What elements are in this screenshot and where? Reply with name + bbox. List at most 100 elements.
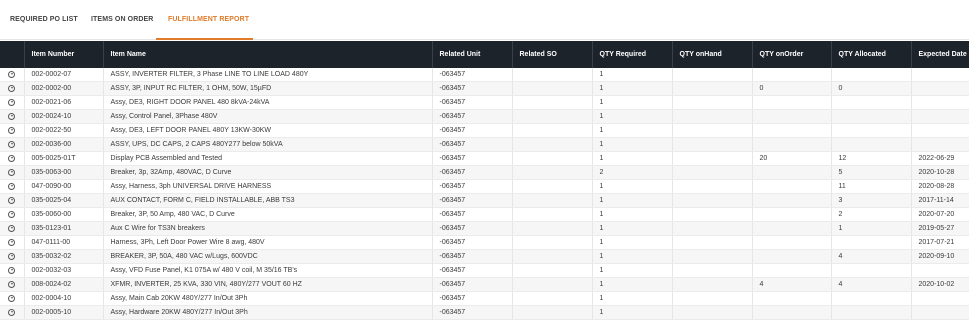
expand-row-icon[interactable] — [8, 70, 16, 78]
table-row[interactable]: 047-0111-00 Harness, 3Ph, Left Door Power… — [0, 235, 969, 250]
cell-item-name: ASSY, UPS, DC CAPS, 2 CAPS 480Y277 below… — [103, 137, 433, 152]
expand-row-icon[interactable] — [8, 294, 16, 302]
cell-item-name: Assy, VFD Fuse Panel, K1 075A w/ 480 V c… — [103, 263, 433, 278]
expand-row-icon[interactable] — [8, 238, 16, 246]
row-expand-cell — [0, 305, 25, 320]
cell-qty-allocated: 11 — [831, 179, 912, 194]
cell-qty-onhand — [672, 235, 753, 250]
table-row[interactable]: 002-0036-00 ASSY, UPS, DC CAPS, 2 CAPS 48… — [0, 137, 969, 152]
cell-qty-onorder — [752, 165, 832, 180]
expand-row-icon[interactable] — [8, 252, 16, 260]
table-row[interactable]: 002-0002-00 ASSY, 3P, INPUT RC FILTER, 1 … — [0, 81, 969, 96]
row-expand-cell — [0, 123, 25, 138]
cell-qty-allocated: 4 — [831, 249, 912, 264]
table-row[interactable]: 035-0123-01 Aux C Wire for TS3N breakers -… — [0, 221, 969, 236]
table-row[interactable]: 035-0025-04 AUX CONTACT, FORM C, FIELD IN… — [0, 193, 969, 208]
expand-row-icon[interactable] — [8, 126, 16, 134]
table-row[interactable]: 002-0021-06 Assy, DE3, RIGHT DOOR PANEL 4… — [0, 95, 969, 110]
cell-qty-onhand — [672, 151, 753, 166]
row-expand-cell — [0, 81, 25, 96]
header-qty-allocated[interactable]: QTY Allocated — [831, 41, 912, 68]
tab-items-on-order[interactable]: ITEMS ON ORDER — [91, 0, 153, 39]
cell-expected-date — [911, 291, 969, 306]
expand-row-icon[interactable] — [8, 224, 16, 232]
header-qty-onhand[interactable]: QTY onHand — [672, 41, 753, 68]
cell-qty-onorder — [752, 137, 832, 152]
tab-required-po-list[interactable]: REQUIRED PO LIST — [10, 0, 78, 39]
cell-qty-onhand — [672, 109, 753, 124]
table-row[interactable]: 002-0005-10 Assy, Hardware 20KW 480Y/277 … — [0, 305, 969, 320]
table-row[interactable]: 047-0090-00 Assy, Harness, 3ph UNIVERSAL … — [0, 179, 969, 194]
header-qty-onorder[interactable]: QTY onOrder — [752, 41, 832, 68]
table-row[interactable]: 002-0004-10 Assy, Main Cab 20KW 480Y/277 … — [0, 291, 969, 306]
header-related-so[interactable]: Related SO — [512, 41, 593, 68]
cell-qty-onhand — [672, 249, 753, 264]
cell-qty-onhand — [672, 68, 753, 82]
cell-expected-date: 2020-10-28 — [911, 165, 969, 180]
cell-qty-onhand — [672, 221, 753, 236]
cell-item-name: Assy, Hardware 20KW 480Y/277 In/Out 3Ph — [103, 305, 433, 320]
cell-qty-onhand — [672, 207, 753, 222]
table-row[interactable]: 002-0024-10 Assy, Control Panel, 3Phase 4… — [0, 109, 969, 124]
table-row[interactable]: 002-0002-07 ASSY, INVERTER FILTER, 3 Phas… — [0, 68, 969, 82]
expand-row-icon[interactable] — [8, 182, 16, 190]
expand-row-icon[interactable] — [8, 266, 16, 274]
header-qty-required[interactable]: QTY Required — [592, 41, 673, 68]
expand-row-icon[interactable] — [8, 308, 16, 316]
cell-item-name: Assy, Harness, 3ph UNIVERSAL DRIVE HARNE… — [103, 179, 433, 194]
cell-qty-onorder: 0 — [752, 81, 832, 96]
cell-qty-allocated — [831, 68, 912, 82]
table-row[interactable]: 035-0063-00 Breaker, 3p, 32Amp, 480VAC, D… — [0, 165, 969, 180]
active-tab-indicator — [156, 38, 253, 40]
expand-row-icon[interactable] — [8, 98, 16, 106]
cell-qty-allocated — [831, 137, 912, 152]
expand-row-icon[interactable] — [8, 154, 16, 162]
cell-related-so — [512, 291, 593, 306]
table-row[interactable]: 035-0060-00 Breaker, 3P, 50 Amp, 480 VAC,… — [0, 207, 969, 222]
cell-qty-allocated — [831, 95, 912, 110]
cell-qty-allocated: 1 — [831, 221, 912, 236]
table-header-row: Item Number Item Name Related Unit Relat… — [0, 41, 969, 68]
expand-row-icon[interactable] — [8, 112, 16, 120]
cell-expected-date — [911, 95, 969, 110]
cell-item-name: Breaker, 3P, 50 Amp, 480 VAC, D Curve — [103, 207, 433, 222]
header-related-unit[interactable]: Related Unit — [432, 41, 513, 68]
cell-item-number: 047-0111-00 — [24, 235, 104, 250]
expand-row-icon[interactable] — [8, 210, 16, 218]
cell-item-number: 002-0036-00 — [24, 137, 104, 152]
cell-item-name: BREAKER, 3P, 50A, 480 VAC w/Lugs, 600VDC — [103, 249, 433, 264]
expand-row-icon[interactable] — [8, 168, 16, 176]
expand-row-icon[interactable] — [8, 196, 16, 204]
header-item-number[interactable]: Item Number — [24, 41, 104, 68]
cell-qty-required: 1 — [592, 305, 673, 320]
cell-related-unit: -063457 — [432, 165, 513, 180]
cell-expected-date: 2019-05-27 — [911, 221, 969, 236]
expand-row-icon[interactable] — [8, 140, 16, 148]
row-expand-cell — [0, 249, 25, 264]
cell-item-name: Breaker, 3p, 32Amp, 480VAC, D Curve — [103, 165, 433, 180]
table-row[interactable]: 035-0032-02 BREAKER, 3P, 50A, 480 VAC w/L… — [0, 249, 969, 264]
cell-related-so — [512, 249, 593, 264]
cell-qty-onhand — [672, 263, 753, 278]
cell-item-name: Assy, DE3, LEFT DOOR PANEL 480Y 13KW-30K… — [103, 123, 433, 138]
cell-related-unit: -063457 — [432, 235, 513, 250]
table-row[interactable]: 005-0025-01T Display PCB Assembled and Te… — [0, 151, 969, 166]
cell-item-number: 002-0005-10 — [24, 305, 104, 320]
table-row[interactable]: 008-0024-02 XFMR, INVERTER, 25 KVA, 330 V… — [0, 277, 969, 292]
header-expected-date[interactable]: Expected Date — [911, 41, 969, 68]
table-row[interactable]: 002-0022-50 Assy, DE3, LEFT DOOR PANEL 48… — [0, 123, 969, 138]
cell-qty-onhand — [672, 137, 753, 152]
fulfillment-grid: Item Number Item Name Related Unit Relat… — [0, 41, 969, 320]
tab-fulfillment-report[interactable]: FULFILLMENT REPORT — [168, 0, 249, 39]
header-item-name[interactable]: Item Name — [103, 41, 433, 68]
cell-related-unit: -063457 — [432, 137, 513, 152]
cell-expected-date — [911, 263, 969, 278]
expand-row-icon[interactable] — [8, 280, 16, 288]
expand-row-icon[interactable] — [8, 84, 16, 92]
cell-item-number: 035-0025-04 — [24, 193, 104, 208]
table-row[interactable]: 002-0032-03 Assy, VFD Fuse Panel, K1 075A… — [0, 263, 969, 278]
cell-expected-date: 2017-11-14 — [911, 193, 969, 208]
cell-expected-date — [911, 305, 969, 320]
cell-item-name: XFMR, INVERTER, 25 KVA, 330 VIN, 480Y/27… — [103, 277, 433, 292]
cell-expected-date — [911, 81, 969, 96]
